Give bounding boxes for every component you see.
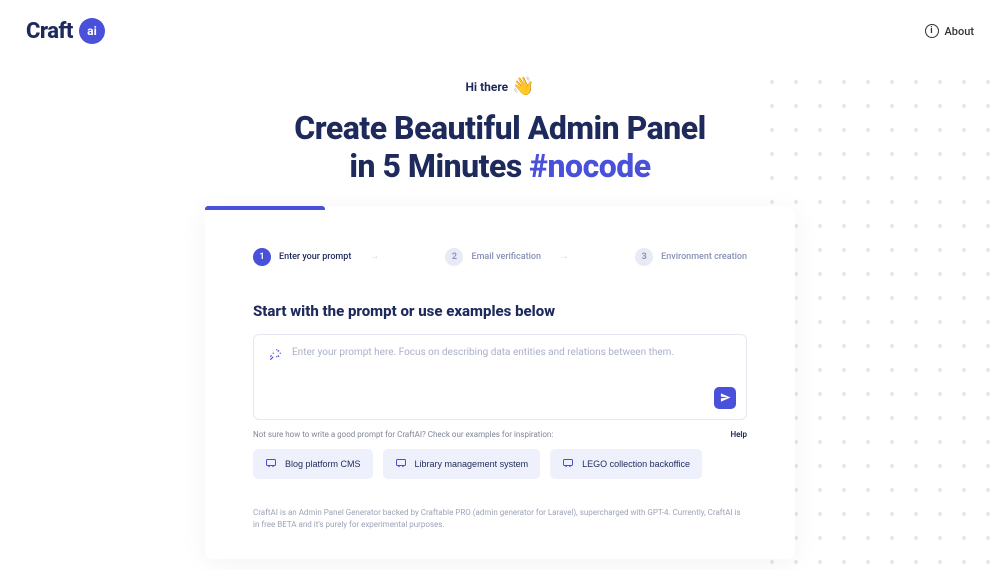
hero-hashtag: #nocode — [529, 147, 650, 185]
help-link[interactable]: Help — [730, 430, 747, 439]
header: Craft ai i About — [0, 0, 1000, 62]
prompt-section-title: Start with the prompt or use examples be… — [253, 302, 747, 320]
hero-title-line1: Create Beautiful Admin Panel — [294, 109, 705, 147]
chip-label: Library management system — [415, 459, 529, 469]
logo-text: Craft — [26, 19, 73, 44]
help-text: Not sure how to write a good prompt for … — [253, 430, 553, 439]
hero: Hi there 👋 Create Beautiful Admin Panel … — [0, 76, 1000, 186]
step-2: 2 Email verification → — [445, 248, 569, 266]
step-num: 2 — [445, 248, 463, 266]
about-link[interactable]: i About — [925, 24, 975, 38]
main-card: 1 Enter your prompt → 2 Email verificati… — [205, 206, 795, 559]
step-1: 1 Enter your prompt → — [253, 248, 379, 266]
step-label: Email verification — [471, 252, 541, 262]
prompt-input[interactable] — [292, 347, 732, 369]
chat-icon — [265, 457, 277, 471]
arrow-icon: → — [369, 251, 379, 262]
example-chip-library[interactable]: Library management system — [383, 449, 541, 479]
prompt-box — [253, 334, 747, 420]
example-chip-lego[interactable]: LEGO collection backoffice — [550, 449, 702, 479]
step-num: 1 — [253, 248, 271, 266]
about-label: About — [945, 25, 975, 38]
example-chip-blog[interactable]: Blog platform CMS — [253, 449, 373, 479]
chat-icon — [562, 457, 574, 471]
chip-label: Blog platform CMS — [285, 459, 361, 469]
hero-title: Create Beautiful Admin Panel in 5 Minute… — [0, 109, 1000, 186]
help-row: Not sure how to write a good prompt for … — [253, 430, 747, 439]
hero-title-line2-prefix: in 5 Minutes — [349, 147, 529, 185]
greeting: Hi there 👋 — [0, 76, 1000, 97]
info-icon: i — [925, 24, 939, 38]
step-label: Environment creation — [661, 252, 747, 262]
arrow-icon: → — [559, 251, 569, 262]
chip-label: LEGO collection backoffice — [582, 459, 690, 469]
chat-icon — [395, 457, 407, 471]
step-3: 3 Environment creation — [635, 248, 747, 266]
card-wrapper: 1 Enter your prompt → 2 Email verificati… — [205, 206, 795, 559]
step-num: 3 — [635, 248, 653, 266]
send-icon — [720, 392, 731, 403]
send-button[interactable] — [714, 387, 736, 409]
wave-icon: 👋 — [512, 76, 534, 97]
greeting-text: Hi there — [465, 80, 508, 94]
card-accent — [205, 206, 325, 210]
magic-wand-icon — [268, 348, 282, 366]
stepper: 1 Enter your prompt → 2 Email verificati… — [253, 248, 747, 266]
logo-badge: ai — [79, 18, 105, 44]
disclaimer: CraftAI is an Admin Panel Generator back… — [253, 507, 747, 531]
logo[interactable]: Craft ai — [26, 18, 105, 44]
examples-row: Blog platform CMS Library management sys… — [253, 449, 747, 479]
step-label: Enter your prompt — [279, 252, 351, 262]
